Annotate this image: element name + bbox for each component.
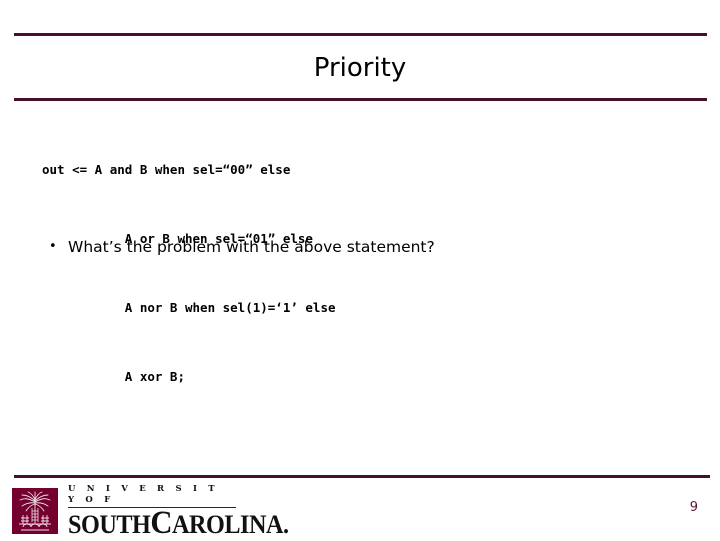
list-item-label: What’s the problem with the above statem… bbox=[68, 238, 435, 256]
palmetto-tree-icon bbox=[12, 488, 58, 534]
code-line: out <= A and B when sel=“00” else bbox=[42, 162, 291, 177]
page-title: Priority bbox=[313, 53, 407, 83]
footer-divider bbox=[14, 475, 710, 478]
logo-sc-s: S bbox=[68, 510, 81, 539]
vhdl-code-block: out <= A and B when sel=“00” else A or B… bbox=[42, 112, 336, 411]
logo-wordmark: U N I V E R S I T Y O F SOUTHCAROLINA. bbox=[68, 484, 305, 540]
bullet-list: • What’s the problem with the above stat… bbox=[44, 236, 664, 258]
page-number: 9 bbox=[689, 500, 698, 515]
university-logo: U N I V E R S I T Y O F SOUTHCAROLINA. bbox=[12, 484, 305, 540]
logo-south-carolina-text: SOUTHCAROLINA. bbox=[68, 507, 289, 540]
logo-sc-outh: OUTH bbox=[80, 510, 151, 539]
logo-sc-arolina: AROLINA. bbox=[172, 510, 289, 539]
list-item: • What’s the problem with the above stat… bbox=[44, 236, 664, 258]
code-line: A xor B; bbox=[42, 369, 185, 384]
code-line: A nor B when sel(1)=‘1’ else bbox=[42, 300, 336, 315]
bullet-icon: • bbox=[49, 239, 57, 254]
logo-sc-c: C bbox=[150, 505, 173, 541]
header-divider-top bbox=[14, 33, 707, 36]
palmetto-tree-emblem bbox=[12, 488, 58, 534]
header-divider-bottom bbox=[14, 98, 707, 101]
